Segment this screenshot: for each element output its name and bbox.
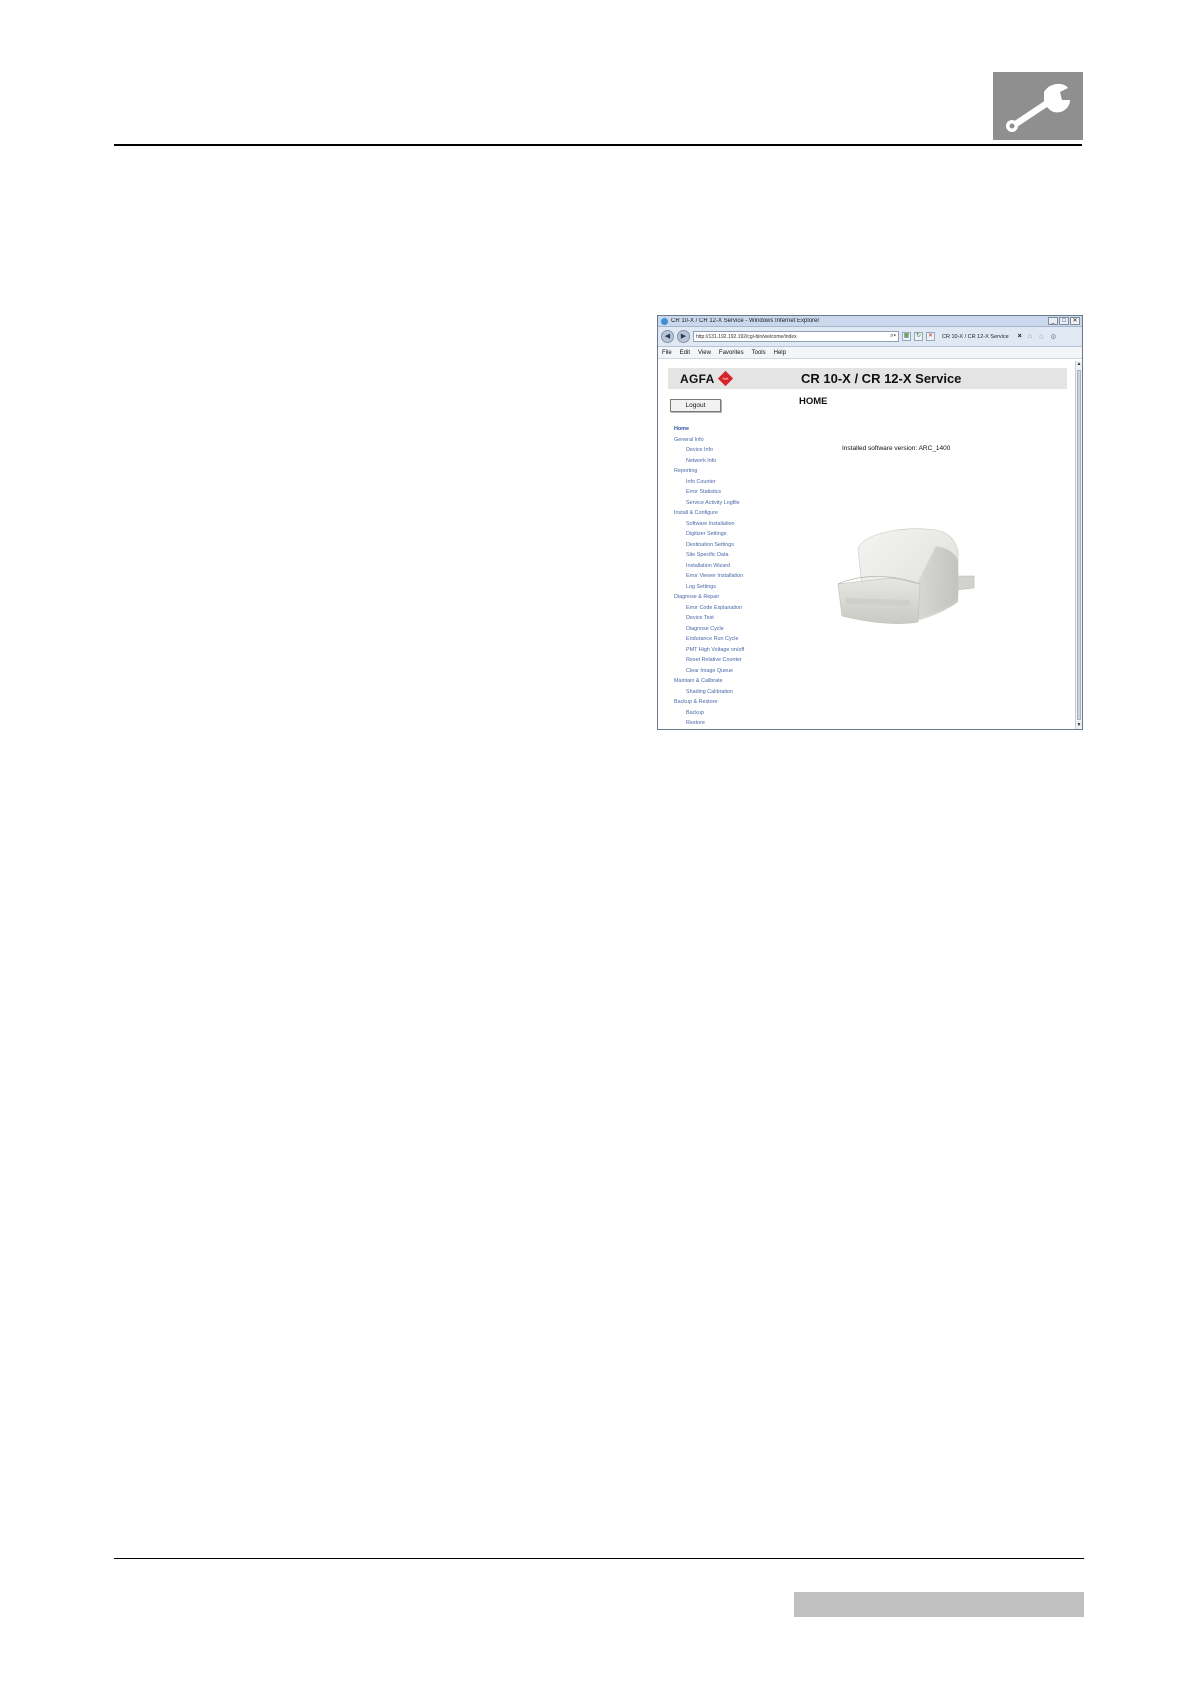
banner-title: CR 10-X / CR 12-X Service — [801, 371, 962, 386]
menu-favorites[interactable]: Favorites — [719, 350, 744, 356]
menu-view[interactable]: View — [698, 350, 711, 356]
menu-bar: File Edit View Favorites Tools Help — [658, 347, 1082, 359]
compatibility-icon[interactable]: ▦ — [902, 332, 911, 341]
browser-window: CR 10-X / CR 12-X Service - Windows Inte… — [657, 315, 1083, 730]
address-bar[interactable]: http://131.192.192.192/cgi-bin/welcome/i… — [693, 331, 899, 342]
search-icon[interactable]: ⌕▾ — [890, 333, 896, 340]
agfa-logo: AGFA Agfa — [680, 370, 733, 387]
logout-button[interactable]: Logout — [670, 399, 721, 412]
sidebar-item-shading-calibration[interactable]: Shading Calibration — [674, 687, 744, 698]
wrench-icon — [993, 72, 1083, 140]
sidebar-item-installation-wizard[interactable]: Installation Wizard — [674, 561, 744, 572]
home-icon[interactable]: ⌂ — [1028, 333, 1032, 340]
sidebar-item-backup-restore[interactable]: Backup & Restore — [674, 697, 744, 708]
back-button[interactable]: ◀ — [661, 330, 674, 343]
vertical-scrollbar[interactable]: ▲ ▼ — [1075, 361, 1082, 729]
brand-mark: Agfa — [722, 376, 729, 381]
sidebar-item-digitizer-settings[interactable]: Digitizer Settings — [674, 529, 744, 540]
scroll-down-arrow-icon[interactable]: ▼ — [1076, 722, 1082, 729]
footer-rule — [114, 1558, 1084, 1559]
sidebar-item-clear-image-queue[interactable]: Clear Image Queue — [674, 666, 744, 677]
browser-navbar: ◀ ▶ http://131.192.192.192/cgi-bin/welco… — [658, 327, 1082, 347]
menu-file[interactable]: File — [662, 350, 672, 356]
forward-button[interactable]: ▶ — [677, 330, 690, 343]
sidebar-item-diagnose-repair[interactable]: Diagnose & Repair — [674, 592, 744, 603]
menu-edit[interactable]: Edit — [680, 350, 690, 356]
digitizer-device-image — [836, 526, 981, 631]
brand-name: AGFA — [680, 371, 715, 386]
sidebar-item-reporting[interactable]: Reporting — [674, 466, 744, 477]
sidebar-item-install-configure[interactable]: Install & Configure — [674, 508, 744, 519]
side-navigation: Home General Info Device Info Network Info R… — [674, 424, 744, 729]
tab-label[interactable]: CR 10-X / CR 12-X Service — [942, 334, 1009, 340]
sidebar-item-maintain-calibrate[interactable]: Maintain & Calibrate — [674, 676, 744, 687]
ie-logo-icon — [661, 317, 668, 325]
window-title: CR 10-X / CR 12-X Service - Windows Inte… — [671, 318, 820, 324]
sidebar-item-device-info[interactable]: Device Info — [674, 445, 744, 456]
sidebar-item-error-viewer-installation[interactable]: Error Viewer Installation — [674, 571, 744, 582]
sidebar-item-network-info[interactable]: Network Info — [674, 456, 744, 467]
footer-box — [794, 1592, 1084, 1617]
sidebar-item-general-info[interactable]: General Info — [674, 435, 744, 446]
sidebar-item-info-counter[interactable]: Info Counter — [674, 477, 744, 488]
sidebar-item-error-code-explanation[interactable]: Error Code Explanation — [674, 603, 744, 614]
sidebar-item-service-activity-logfile[interactable]: Service Activity Logfile — [674, 498, 744, 509]
tools-gear-icon[interactable]: ⚙ — [1050, 333, 1056, 341]
close-button[interactable]: ✕ — [1070, 317, 1080, 325]
tab-close-icon[interactable]: × — [1018, 333, 1022, 340]
sidebar-item-diagnose-cycle[interactable]: Diagnose Cycle — [674, 624, 744, 635]
menu-help[interactable]: Help — [774, 350, 786, 356]
sidebar-item-software-installation[interactable]: Software Installation — [674, 519, 744, 530]
browser-titlebar: CR 10-X / CR 12-X Service - Windows Inte… — [658, 316, 1082, 327]
sidebar-item-endurance-run-cycle[interactable]: Endurance Run Cycle — [674, 634, 744, 645]
address-url: http://131.192.192.192/cgi-bin/welcome/i… — [696, 333, 797, 340]
sidebar-item-reset-relative-counter[interactable]: Reset Relative Counter — [674, 655, 744, 666]
sidebar-item-restore[interactable]: Restore — [674, 718, 744, 729]
favorites-star-icon[interactable]: ☆ — [1038, 333, 1044, 341]
refresh-icon[interactable]: ↻ — [914, 332, 923, 341]
software-version: Installed software version: ARC_1400 — [842, 445, 951, 452]
page-viewport: AGFA Agfa CR 10-X / CR 12-X Service Logo… — [658, 361, 1082, 729]
stop-icon[interactable]: ✕ — [926, 332, 935, 341]
sidebar-item-destination-settings[interactable]: Destination Settings — [674, 540, 744, 551]
agfa-rhombus-icon: Agfa — [717, 370, 733, 387]
scroll-up-arrow-icon[interactable]: ▲ — [1076, 361, 1082, 368]
menu-tools[interactable]: Tools — [752, 350, 766, 356]
sidebar-item-log-settings[interactable]: Log Settings — [674, 582, 744, 593]
maximize-button[interactable]: □ — [1059, 317, 1069, 325]
sidebar-item-error-statistics[interactable]: Error Statistics — [674, 487, 744, 498]
app-banner: AGFA Agfa CR 10-X / CR 12-X Service — [668, 368, 1067, 389]
sidebar-item-pmt-high-voltage-on-off[interactable]: PMT High Voltage on/off — [674, 645, 744, 656]
sidebar-item-home[interactable]: Home — [674, 424, 744, 435]
sidebar-item-backup[interactable]: Backup — [674, 708, 744, 719]
header-rule — [114, 144, 1082, 146]
page-heading: HOME — [799, 396, 828, 407]
minimize-button[interactable]: _ — [1048, 317, 1058, 325]
sidebar-item-site-specific-data[interactable]: Site Specific Data — [674, 550, 744, 561]
scroll-thumb[interactable] — [1077, 370, 1081, 720]
sidebar-item-device-test[interactable]: Device Test — [674, 613, 744, 624]
